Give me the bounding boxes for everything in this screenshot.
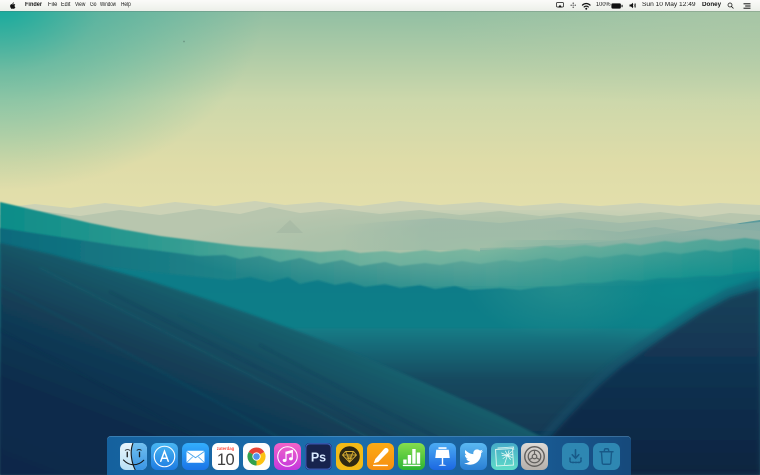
svg-text:Ps: Ps <box>311 450 326 464</box>
svg-text:zaterdag: zaterdag <box>217 445 235 450</box>
svg-text:10: 10 <box>217 451 235 469</box>
